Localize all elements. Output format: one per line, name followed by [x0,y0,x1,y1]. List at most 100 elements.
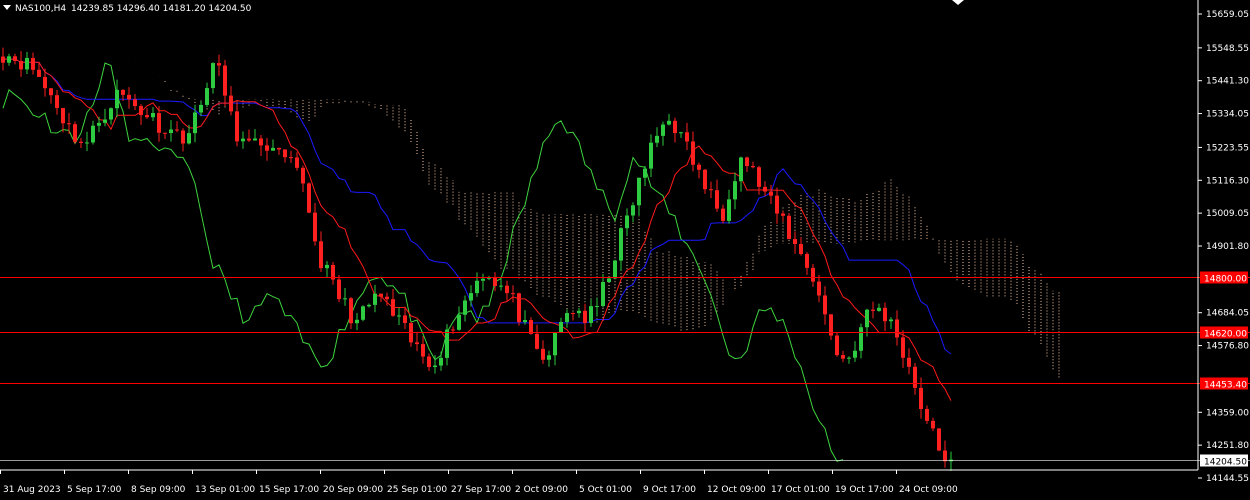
candle-body [661,124,665,136]
candle-body [421,344,425,357]
candle-body [547,355,551,360]
candle-body [859,327,863,351]
candle-body [565,313,569,322]
candle-body [259,138,263,146]
candle-body [361,306,365,320]
candle-body [529,320,533,334]
time-tick-label: 5 Sep 17:00 [67,485,122,495]
candle-body [367,304,371,307]
candle-body [1,56,5,63]
price-tick-label: 15116.30 [1206,176,1249,186]
candle-body [7,56,11,63]
candle-body [643,168,647,178]
candle-body [637,177,641,206]
candle-body [667,120,671,125]
candle-body [847,357,851,359]
candle-body [739,157,743,182]
candle-body [601,282,605,306]
candle-body [205,88,209,105]
candle-body [109,108,113,120]
candle-body [901,337,905,358]
candle-body [727,199,731,221]
candle-body [133,99,137,107]
candle-body [193,112,197,134]
candle-body [889,319,893,322]
candle-body [511,293,515,295]
candle-body [841,355,845,359]
candle-body [115,89,119,109]
candle-body [535,333,539,349]
candle-body [751,166,755,168]
candle-body [403,315,407,324]
candle-body [265,145,269,151]
price-tick-label: 15223.55 [1206,143,1249,153]
price-tick-label: 15659.05 [1206,10,1249,20]
price-tick-label: 15009.05 [1206,209,1249,219]
price-tick-label: 14576.80 [1206,342,1249,352]
candle-body [475,280,479,294]
chart-area[interactable]: 14800.00 14620.00 14453.40 14204.50 15659.0… [0,0,1250,500]
candle-body [691,141,695,165]
candle-body [775,195,779,214]
candle-body [463,300,467,315]
candle-body [427,356,431,368]
candle-body [325,264,329,269]
candle-body [523,320,527,323]
candle-body [127,94,131,100]
price-tick-label: 14251.80 [1206,441,1249,451]
candle-body [835,335,839,356]
candle-body [649,142,653,169]
candle-body [811,267,815,282]
candle-body [307,183,311,213]
chart-svg[interactable]: 14800.00 14620.00 14453.40 14204.50 15659.0… [0,0,1250,500]
chart-background [0,0,1250,500]
candle-body [769,191,773,196]
candle-body [571,313,575,315]
ohlc-label: 14239.85 14296.40 14181.20 14204.50 [71,4,252,14]
candle-body [85,142,89,144]
candle-body [145,115,149,118]
candle-body [169,129,173,134]
candle-body [457,314,461,330]
candle-body [805,254,809,268]
candle-body [631,205,635,216]
candle-body [181,130,185,144]
candle-body [931,420,935,429]
candle-body [187,133,191,144]
price-tick-label: 14901.80 [1206,242,1249,252]
candle-body [625,215,629,229]
candle-body [823,295,827,315]
candle-body [673,120,677,134]
candle-body [883,307,887,322]
candle-body [499,285,503,287]
candle-body [97,122,101,126]
time-tick-label: 24 Oct 09:00 [899,485,958,495]
candle-body [241,138,245,142]
candle-body [793,239,797,245]
candle-body [355,319,359,324]
candle-body [91,125,95,143]
candle-body [817,281,821,296]
time-tick-label: 31 Aug 2023 [3,485,61,495]
candle-body [679,132,683,134]
candle-body [343,298,347,300]
candle-body [25,57,29,70]
candle-body [103,119,107,123]
candle-body [313,212,317,242]
candle-body [877,307,881,311]
candle-body [289,157,293,159]
candle-body [799,244,803,255]
price-tick-label: 14144.55 [1206,474,1249,484]
candle-body [55,95,59,109]
time-tick-label: 12 Oct 09:00 [707,485,766,495]
time-tick-label: 13 Sep 01:00 [195,485,255,495]
candle-body [295,157,299,168]
level-label: 14800.00 [1204,275,1247,285]
candle-body [385,296,389,300]
candle-body [757,167,761,187]
price-tick-label: 14684.05 [1206,309,1249,319]
symbol-label: NAS100,H4 [15,4,66,14]
candle-body [349,298,353,324]
candle-body [139,106,143,116]
candle-body [67,123,71,125]
